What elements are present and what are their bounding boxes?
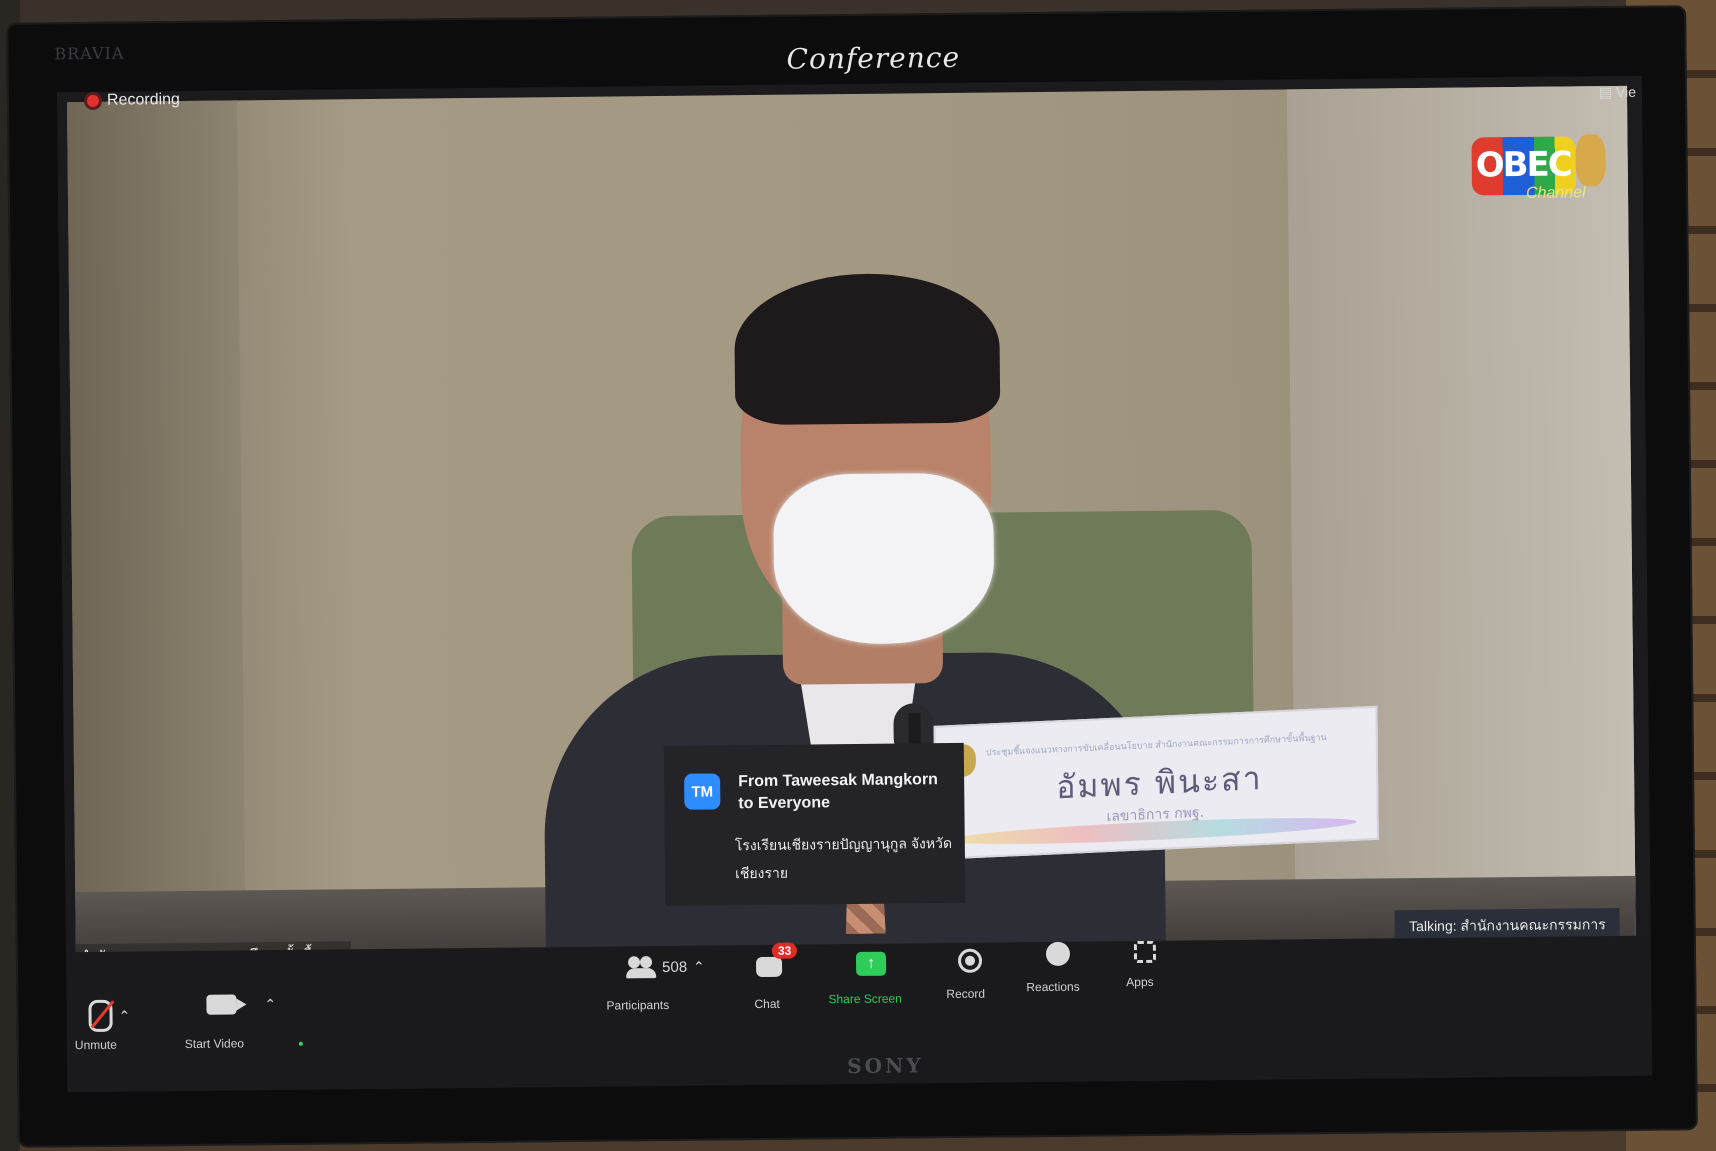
zoom-meeting-window: ประชุมชี้แจงแนวทางการขับเคลื่อนนโยบาย สำ… — [56, 75, 1653, 1093]
apps-button[interactable] — [1133, 940, 1157, 964]
chat-button[interactable]: 33 — [755, 942, 798, 978]
obec-channel-logo: OBEC Channel — [1471, 126, 1612, 207]
seal-icon — [1575, 134, 1606, 187]
power-indicator-light — [298, 1041, 303, 1046]
chat-message-line2: เชียงราย — [735, 864, 789, 882]
recording-dot-icon — [86, 94, 100, 107]
reactions-button[interactable] — [1045, 941, 1071, 966]
video-camera-icon — [206, 994, 237, 1015]
sender-avatar: TM — [684, 773, 721, 810]
chat-sender: From Taweesak Mangkorn to Everyone — [738, 769, 958, 815]
record-icon — [957, 948, 983, 973]
apps-icon — [1133, 940, 1157, 964]
chat-icon: 33 — [755, 942, 798, 978]
participants-label: Participants — [606, 997, 670, 1013]
chat-label: Chat — [754, 996, 780, 1012]
obec-logo-text: OBEC — [1475, 144, 1571, 186]
record-button[interactable] — [957, 948, 983, 973]
participants-count: 508 — [661, 958, 688, 976]
mute-label: Unmute — [74, 1037, 117, 1053]
recording-label: Recording — [106, 91, 180, 109]
participants-button[interactable]: 508 ⌃ — [626, 956, 705, 979]
nameplate: ประชุมชี้แจงแนวทางการขับเคลื่อนนโยบาย สำ… — [933, 705, 1379, 860]
apps-label: Apps — [1126, 974, 1154, 990]
obec-logo-sub: Channel — [1525, 184, 1586, 202]
window-title: Conference — [786, 40, 961, 76]
tv-brand-bottom: SONY — [847, 1053, 924, 1079]
microphone-muted-icon — [88, 999, 115, 1033]
recording-indicator[interactable]: Recording — [86, 91, 180, 110]
share-screen-button[interactable]: ↑ — [855, 951, 887, 976]
chat-notification-popup[interactable]: TM From Taweesak Mangkorn to Everyone โร… — [663, 742, 966, 906]
share-screen-label: Share Screen — [828, 991, 902, 1007]
share-screen-icon: ↑ — [855, 951, 887, 976]
video-wall-left — [66, 100, 247, 1003]
view-label: Vie — [1615, 83, 1637, 100]
mute-button[interactable]: ⌃ — [88, 999, 130, 1033]
participants-icon — [626, 956, 656, 978]
chat-unread-badge: 33 — [771, 942, 798, 959]
tv-monitor: BRAVIA Conference ประชุมชี้แจงแนวทางการข… — [6, 5, 1698, 1148]
video-options-chevron-icon[interactable]: ⌃ — [264, 996, 276, 1013]
start-video-label: Start Video — [184, 1036, 245, 1052]
record-label: Record — [946, 986, 986, 1002]
start-video-button[interactable]: ⌃ — [206, 994, 276, 1015]
chat-from-line: From Taweesak Mangkorn — [738, 771, 938, 791]
reactions-label: Reactions — [1026, 979, 1080, 995]
mute-options-chevron-icon[interactable]: ⌃ — [118, 1007, 130, 1024]
video-wall-right — [1286, 85, 1637, 990]
participants-options-chevron-icon[interactable]: ⌃ — [693, 958, 705, 975]
reactions-smiley-icon — [1045, 941, 1071, 966]
tv-brand-top: BRAVIA — [54, 43, 125, 64]
face-mask — [772, 472, 995, 645]
chat-message: โรงเรียนเชียงรายปัญญานุกูล จังหวัด เชียง… — [735, 829, 956, 887]
chat-message-line1: โรงเรียนเชียงรายปัญญานุกูล จังหวัด — [734, 834, 953, 854]
hair — [733, 272, 1001, 426]
nameplate-header: ประชุมชี้แจงแนวทางการขับเคลื่อนนโยบาย สำ… — [985, 732, 1327, 758]
chat-to-line: to Everyone — [738, 794, 831, 813]
view-button[interactable]: ▤ Vie — [1599, 84, 1636, 101]
